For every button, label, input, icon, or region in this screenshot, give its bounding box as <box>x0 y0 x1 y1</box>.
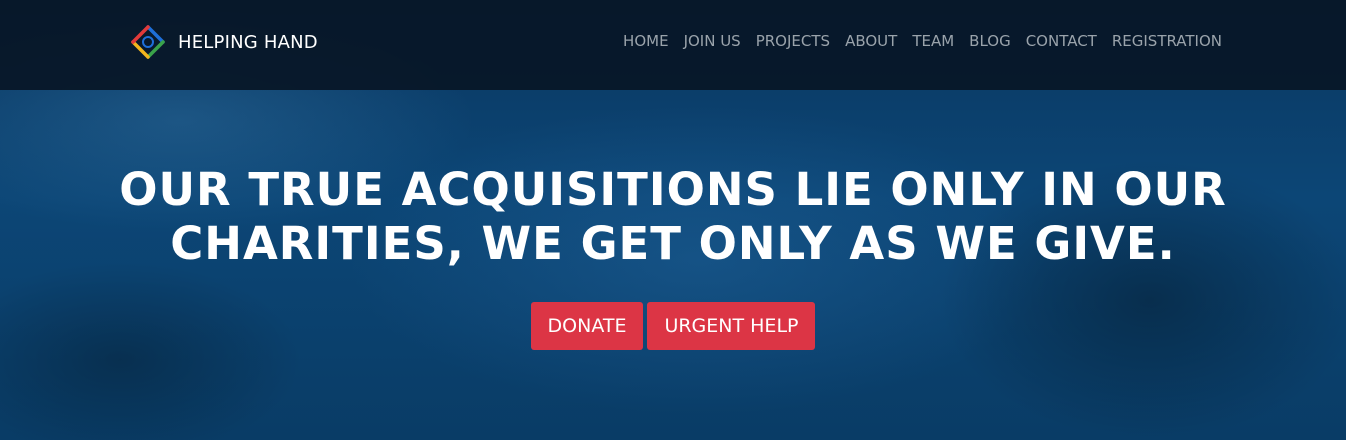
nav-item-contact: CONTACT <box>1026 31 1097 50</box>
top-navbar: HELPING HAND HOME JOIN US PROJECTS ABOUT… <box>0 0 1346 90</box>
hero-cta-group: DONATE URGENT HELP <box>0 302 1346 350</box>
hero-headline-line-1: OUR TRUE ACQUISITIONS LIE ONLY IN OUR <box>119 163 1227 216</box>
main-nav: HOME JOIN US PROJECTS ABOUT TEAM BLOG CO… <box>623 31 1222 50</box>
nav-item-registration: REGISTRATION <box>1112 31 1222 50</box>
nav-item-projects: PROJECTS <box>756 31 830 50</box>
nav-item-home: HOME <box>623 31 669 50</box>
nav-link-projects[interactable]: PROJECTS <box>756 32 830 50</box>
nav-link-home[interactable]: HOME <box>623 32 669 50</box>
nav-link-contact[interactable]: CONTACT <box>1026 32 1097 50</box>
nav-item-team: TEAM <box>912 31 954 50</box>
nav-link-team[interactable]: TEAM <box>912 32 954 50</box>
nav-link-registration[interactable]: REGISTRATION <box>1112 32 1222 50</box>
nav-item-join-us: JOIN US <box>684 31 741 50</box>
brand-name: HELPING HAND <box>178 31 318 53</box>
nav-link-join-us[interactable]: JOIN US <box>684 32 741 50</box>
nav-item-blog: BLOG <box>969 31 1011 50</box>
nav-link-blog[interactable]: BLOG <box>969 32 1011 50</box>
nav-item-about: ABOUT <box>845 31 897 50</box>
brand-link[interactable]: HELPING HAND <box>130 24 318 60</box>
urgent-help-button[interactable]: URGENT HELP <box>647 302 816 350</box>
hero-headline-line-2: CHARITIES, WE GET ONLY AS WE GIVE. <box>170 217 1176 270</box>
hero-headline: OUR TRUE ACQUISITIONS LIE ONLY IN OUR CH… <box>0 163 1346 271</box>
donate-button[interactable]: DONATE <box>530 302 644 350</box>
helping-hand-logo-icon <box>131 25 165 59</box>
nav-link-about[interactable]: ABOUT <box>845 32 897 50</box>
